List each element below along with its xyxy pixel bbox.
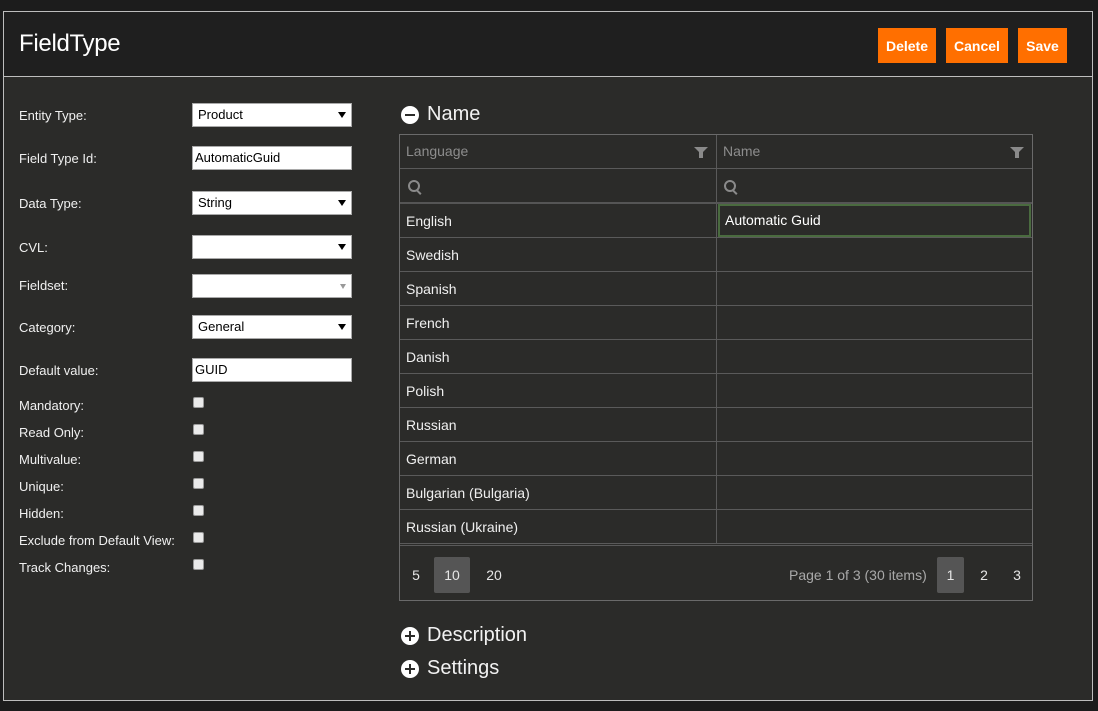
cvl-label: CVL: (19, 240, 48, 255)
page-size-10[interactable]: 10 (434, 557, 470, 593)
page-2[interactable]: 2 (972, 557, 996, 593)
description-section-toggle[interactable]: Description (401, 624, 527, 647)
chevron-down-icon (338, 324, 346, 330)
page-size-5[interactable]: 5 (404, 557, 428, 593)
read-only-label: Read Only: (19, 425, 85, 440)
unique-label: Unique: (19, 479, 64, 494)
table-row-language[interactable]: Spanish (406, 272, 457, 306)
chevron-down-icon (338, 112, 346, 118)
pager-info: Page 1 of 3 (30 items) (789, 567, 927, 583)
settings-section-title: Settings (427, 657, 500, 679)
read-only-checkbox[interactable] (193, 424, 204, 435)
table-row-language[interactable]: English (406, 204, 452, 238)
default-value-input[interactable]: GUID (192, 358, 352, 382)
entity-type-select[interactable]: Product (192, 103, 352, 127)
collapse-icon (401, 105, 419, 124)
multivalue-checkbox[interactable] (193, 451, 204, 462)
table-row-language[interactable]: German (406, 442, 457, 476)
default-value-label: Default value: (19, 363, 99, 378)
table-row-language[interactable]: Russian (Ukraine) (406, 510, 518, 544)
chevron-down-icon (338, 244, 346, 250)
mandatory-checkbox[interactable] (193, 397, 204, 408)
expand-icon (401, 626, 419, 645)
category-label: Category: (19, 320, 76, 335)
unique-checkbox[interactable] (193, 478, 204, 489)
description-section-title: Description (427, 624, 528, 646)
field-type-id-label: Field Type Id: (19, 151, 97, 166)
data-type-value: String (198, 195, 232, 210)
chevron-down-icon (340, 284, 346, 289)
table-row-language[interactable]: Bulgarian (Bulgaria) (406, 476, 530, 510)
name-filter-input[interactable] (717, 169, 1032, 202)
save-button[interactable]: Save (1018, 28, 1067, 63)
cvl-select[interactable] (192, 235, 352, 259)
exclude-default-view-checkbox[interactable] (193, 532, 204, 543)
table-row-language[interactable]: Danish (406, 340, 450, 374)
entity-type-label: Entity Type: (19, 108, 87, 123)
fieldset-label: Fieldset: (19, 278, 69, 293)
field-type-id-input[interactable]: AutomaticGuid (192, 146, 352, 170)
category-select[interactable]: General (192, 315, 352, 339)
fieldset-select[interactable] (192, 274, 352, 298)
settings-section-toggle[interactable]: Settings (401, 657, 499, 680)
track-changes-checkbox[interactable] (193, 559, 204, 570)
name-grid: Language Name English Automatic Guid Swe… (399, 134, 1033, 601)
data-type-label: Data Type: (19, 196, 82, 211)
cancel-button[interactable]: Cancel (946, 28, 1008, 63)
exclude-default-view-label: Exclude from Default View: (19, 533, 175, 548)
name-section-title: Name (427, 103, 481, 125)
table-row-language[interactable]: Russian (406, 408, 457, 442)
table-row-language[interactable]: French (406, 306, 450, 340)
chevron-down-icon (338, 200, 346, 206)
language-filter-input[interactable] (400, 169, 716, 202)
entity-type-value: Product (198, 107, 243, 122)
column-header-language[interactable]: Language (406, 135, 468, 168)
multivalue-label: Multivalue: (19, 452, 82, 467)
page-title: FieldType (19, 30, 121, 57)
mandatory-label: Mandatory: (19, 398, 85, 413)
table-row-language[interactable]: Polish (406, 374, 444, 408)
table-row-language[interactable]: Swedish (406, 238, 459, 272)
filter-icon[interactable] (694, 147, 708, 158)
category-value: General (198, 319, 245, 334)
delete-button[interactable]: Delete (878, 28, 936, 63)
dialog-header: FieldType Delete Cancel Save (4, 12, 1092, 77)
name-section-toggle[interactable]: Name (401, 103, 480, 126)
hidden-checkbox[interactable] (193, 505, 204, 516)
filter-icon[interactable] (1010, 147, 1024, 158)
track-changes-label: Track Changes: (19, 560, 111, 575)
fieldtype-dialog: FieldType Delete Cancel Save Entity Type… (3, 11, 1093, 701)
page-3[interactable]: 3 (1005, 557, 1029, 593)
column-header-name[interactable]: Name (723, 135, 760, 168)
table-row-name-selected[interactable]: Automatic Guid (718, 204, 1031, 237)
page-size-20[interactable]: 20 (480, 557, 508, 593)
expand-icon (401, 659, 419, 678)
page-1[interactable]: 1 (937, 557, 964, 593)
hidden-label: Hidden: (19, 506, 64, 521)
grid-pager: 5 10 20 Page 1 of 3 (30 items) 1 2 3 (400, 545, 1032, 600)
data-type-select[interactable]: String (192, 191, 352, 215)
